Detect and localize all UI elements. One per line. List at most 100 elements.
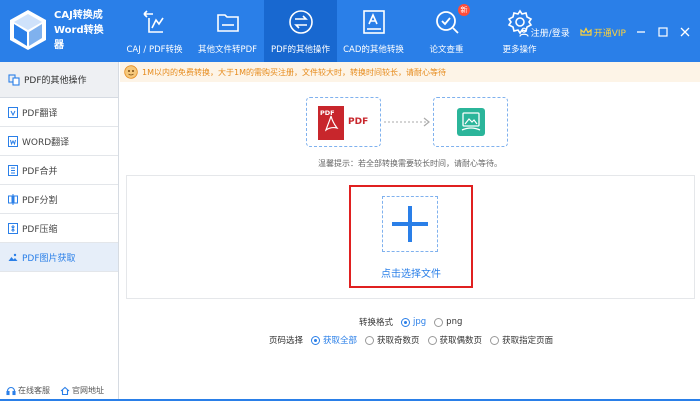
doc-translate-icon — [8, 136, 18, 147]
format-label: 转换格式 — [359, 318, 394, 328]
convert-icon — [142, 10, 164, 33]
pdf-tag: PDF — [320, 109, 335, 117]
cad-icon — [362, 10, 385, 34]
sidebar-item-pdf-translate[interactable]: PDF翻译 — [0, 98, 118, 127]
radio-dot — [365, 335, 375, 345]
plus-icon — [392, 206, 428, 242]
maximize-icon — [658, 27, 668, 37]
nav-label: CAD的其他转换 — [343, 45, 404, 55]
online-service-link[interactable]: 在线客服 — [6, 385, 50, 396]
select-file-button[interactable]: 点击选择文件 — [349, 185, 473, 288]
user-icon — [519, 27, 529, 37]
sidebar-item-label: PDF分割 — [22, 195, 58, 206]
sidebar-item-label: PDF合并 — [22, 166, 58, 177]
split-icon — [8, 194, 18, 205]
sidebar-item-label: PDF压缩 — [22, 224, 58, 235]
login-link[interactable]: 注册/登录 — [519, 26, 570, 39]
sidebar-item-word-translate[interactable]: WORD翻译 — [0, 127, 118, 156]
radio-jpg[interactable]: jpg — [401, 317, 426, 327]
radio-png[interactable]: png — [434, 317, 462, 327]
layers-icon — [8, 73, 20, 86]
sidebar-item-label: PDF图片获取 — [22, 253, 76, 264]
sidebar-item-label: PDF翻译 — [22, 108, 58, 119]
maximize-button[interactable] — [656, 25, 670, 39]
radio-dot — [434, 317, 444, 327]
sidebar-item-pdf-compress[interactable]: PDF压缩 — [0, 214, 118, 243]
nav-label: 其他文件转PDF — [197, 45, 258, 55]
radio-label: 获取偶数页 — [439, 336, 483, 346]
nav-label: 更多操作 — [502, 45, 537, 55]
app-title-line2: Word转换 — [54, 25, 104, 36]
headset-icon — [6, 386, 16, 395]
radio-label: jpg — [413, 317, 427, 327]
image-target-box — [433, 97, 508, 147]
folder-icon — [216, 14, 239, 32]
radio-label: 获取指定页面 — [502, 336, 554, 346]
new-badge: 新 — [458, 4, 470, 16]
nav-cad-convert[interactable]: CAD的其他转换 — [337, 0, 410, 62]
home-icon — [60, 386, 70, 395]
swap-icon — [288, 10, 313, 34]
radio-odd-pages[interactable]: 获取奇数页 — [365, 334, 420, 346]
sidebar-header-label: PDF的其他操作 — [24, 76, 87, 86]
nav-caj-pdf-convert[interactable]: CAJ / PDF转换 — [118, 0, 191, 62]
radio-specific-pages[interactable]: 获取指定页面 — [490, 334, 553, 346]
format-options: 转换格式 jpg png — [359, 316, 470, 328]
radio-label: png — [446, 317, 463, 327]
sidebar-item-pdf-merge[interactable]: PDF合并 — [0, 156, 118, 185]
radio-even-pages[interactable]: 获取偶数页 — [427, 334, 483, 346]
app-title-line3: 器 — [54, 40, 64, 51]
app-title-line1: CAJ转换成 — [54, 10, 103, 21]
close-button[interactable] — [678, 25, 692, 39]
hint-text: 温馨提示：若全部转换需要较长时间，请耐心等待。 — [318, 159, 502, 168]
radio-all-pages[interactable]: 获取全部 — [311, 334, 357, 346]
official-site-link[interactable]: 官网地址 — [60, 385, 104, 396]
image-icon — [8, 253, 18, 261]
vip-label: 开通VIP — [593, 28, 626, 39]
minimize-button[interactable] — [634, 25, 648, 39]
compress-icon — [8, 223, 18, 234]
notice-text: 1M以内的免费转换，大于1M的需购买注册，文件较大时，转换时间较长，请耐心等待 — [142, 67, 446, 77]
main-nav: CAJ / PDF转换 其他文件转PDF PDF的其他操作 CAD的其他转换 新… — [118, 0, 556, 62]
app-title: CAJ转换成 Word转换 器 — [54, 8, 116, 53]
header-bar: CAJ转换成 Word转换 器 CAJ / PDF转换 其他文件转PDF PDF… — [0, 0, 700, 62]
nav-label: PDF的其他操作 — [270, 45, 331, 55]
sidebar: PDF的其他操作 PDF翻译 WORD翻译 PDF合并 PDF分割 PDF压缩 … — [0, 62, 119, 401]
login-label: 注册/登录 — [530, 28, 570, 39]
crown-icon — [580, 27, 592, 36]
online-service-label: 在线客服 — [18, 386, 50, 395]
sidebar-header: PDF的其他操作 — [0, 62, 118, 98]
select-file-label: 点击选择文件 — [381, 269, 441, 280]
nav-label: 论文查重 — [429, 45, 464, 55]
vip-link[interactable]: 开通VIP — [580, 26, 626, 39]
nav-other-to-pdf[interactable]: 其他文件转PDF — [191, 0, 264, 62]
radio-label: 获取奇数页 — [377, 336, 420, 346]
nav-label: CAJ / PDF转换 — [126, 45, 183, 55]
sidebar-item-label: WORD翻译 — [22, 137, 70, 148]
doc-translate-icon — [8, 107, 18, 118]
notice-bar: 1M以内的免费转换，大于1M的需购买注册，文件较大时，转换时间较长，请耐心等待 — [120, 62, 700, 82]
radio-label: 获取全部 — [323, 336, 358, 346]
conversion-flow: PDF PDF — [306, 97, 508, 147]
pdf-label: PDF — [348, 117, 369, 127]
radio-dot — [401, 317, 411, 327]
mascot-icon — [124, 65, 138, 79]
radio-dot — [490, 335, 500, 345]
search-check-icon — [435, 11, 459, 34]
close-icon — [680, 27, 690, 37]
radio-dot — [427, 335, 437, 345]
app-logo-icon — [10, 10, 46, 50]
merge-icon — [8, 165, 18, 176]
nav-pdf-other-ops[interactable]: PDF的其他操作 — [264, 0, 337, 62]
sidebar-item-pdf-image-extract[interactable]: PDF图片获取 — [0, 243, 118, 272]
image-file-icon — [457, 108, 485, 136]
header-right: 注册/登录 开通VIP — [509, 25, 692, 39]
arrow-right-icon — [384, 117, 430, 127]
nav-thesis-check[interactable]: 新 论文查重 — [410, 0, 483, 62]
sidebar-item-pdf-split[interactable]: PDF分割 — [0, 185, 118, 214]
official-site-label: 官网地址 — [72, 386, 104, 395]
sidebar-footer: 在线客服 官网地址 — [6, 385, 114, 396]
minimize-icon — [637, 31, 645, 33]
plus-box — [382, 196, 438, 252]
radio-dot — [311, 335, 321, 345]
